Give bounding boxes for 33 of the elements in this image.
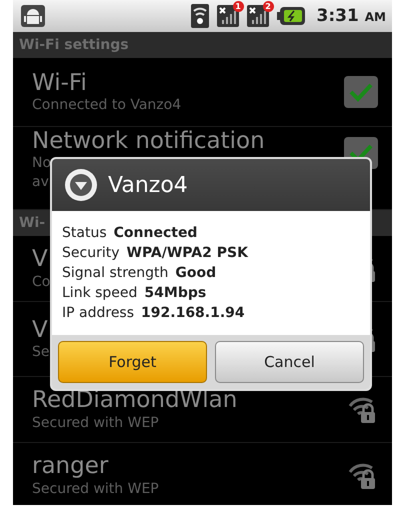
sim-badge: 2 [262,1,274,12]
setting-summary: Connected to Vanzo4 [32,96,182,114]
wifi-icon [190,4,209,28]
forget-button[interactable]: Forget [58,341,207,383]
network-name[interactable]: V [32,316,48,344]
cancel-button[interactable]: Cancel [215,341,364,383]
wifi-lock-icon [348,462,378,490]
info-line: Signal strength Good [62,264,216,283]
network-security: Co [32,272,50,291]
no-signal-icon [216,5,239,27]
info-line: Link speed 54Mbps [62,284,206,303]
network-name[interactable]: V [32,246,48,273]
network-name[interactable]: RedDiamondWlan [32,387,238,414]
info-line: Security WPA/WPA2 PSK [62,244,248,263]
setting-summary: av [32,172,49,191]
network-security: Secured with WEP [32,414,159,432]
section-header: Wi-Fi settings [13,32,392,58]
network-name[interactable]: ranger [32,453,108,480]
sim-badge: 1 [232,1,244,12]
clock-time: 3:31 AM [316,6,386,26]
android-icon [21,5,45,27]
network-security: Secured with WEP [32,480,159,498]
network-security: Se [32,343,50,362]
wifi-lock-icon [348,396,378,424]
dropdown-circle-icon [64,168,98,202]
no-signal-icon [246,5,269,27]
checkmark-icon [349,82,373,102]
setting-title: Network notification [32,128,265,154]
setting-title: Wi-Fi [32,70,87,96]
dialog-title: Vanzo4 [108,172,188,198]
info-line: IP address 192.168.1.94 [62,304,245,323]
battery-icon [276,7,305,25]
checkbox[interactable] [344,76,378,108]
